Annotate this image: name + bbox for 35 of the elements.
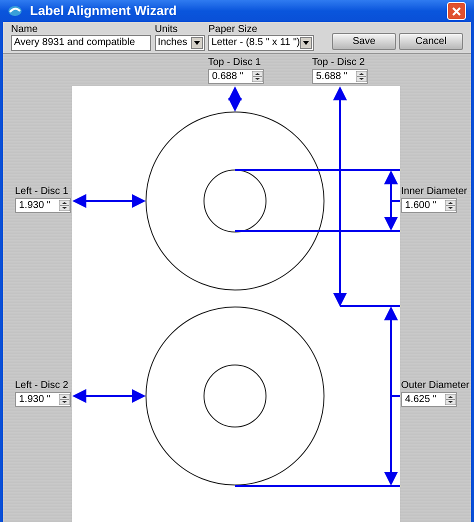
window-title: Label Alignment Wizard <box>30 2 178 20</box>
app-icon <box>8 5 22 17</box>
spinner-arrows-icon[interactable] <box>445 200 456 211</box>
spin-field[interactable]: 1.600 " <box>401 198 457 213</box>
field-label: Top - Disc 2 <box>312 57 366 69</box>
dimension-arrow <box>384 170 400 231</box>
spinner-arrows-icon[interactable] <box>356 71 367 82</box>
inner-circle <box>204 170 266 232</box>
close-icon <box>452 6 461 16</box>
spinner-arrows-icon[interactable] <box>59 200 70 211</box>
save-button[interactable]: Save <box>332 33 396 50</box>
field-label: Top - Disc 1 <box>208 57 262 69</box>
field-label: Inner Diameter <box>401 186 468 198</box>
field-label: Name <box>11 24 39 35</box>
spin-field[interactable]: 4.625 " <box>401 392 457 407</box>
guide-line <box>340 305 400 307</box>
spin-field[interactable]: 5.688 " <box>312 69 368 84</box>
spinner-arrows-icon[interactable] <box>445 394 456 405</box>
close-button[interactable] <box>447 2 466 20</box>
dimension-arrow <box>228 86 242 112</box>
spinner-arrows-icon[interactable] <box>252 71 263 82</box>
field-label: Left - Disc 2 <box>15 380 70 392</box>
spinner-arrows-icon[interactable] <box>59 394 70 405</box>
field-label: Units <box>154 24 179 35</box>
field-label: Left - Disc 1 <box>15 186 70 198</box>
cancel-button[interactable]: Cancel <box>399 33 463 50</box>
inner-circle <box>204 364 266 428</box>
paper-size-dropdown[interactable]: Letter - (8.5 " x 11 ") <box>208 35 314 51</box>
spin-field[interactable]: 1.930 " <box>15 392 71 407</box>
spin-field[interactable]: 1.930 " <box>15 198 71 213</box>
spin-field[interactable]: 0.688 " <box>208 69 264 84</box>
field-label: Paper Size <box>208 24 258 35</box>
name-field[interactable]: Avery 8931 and compatible <box>11 35 151 51</box>
field-label: Outer Diameter <box>401 380 470 392</box>
units-dropdown[interactable]: Inches <box>154 35 206 51</box>
